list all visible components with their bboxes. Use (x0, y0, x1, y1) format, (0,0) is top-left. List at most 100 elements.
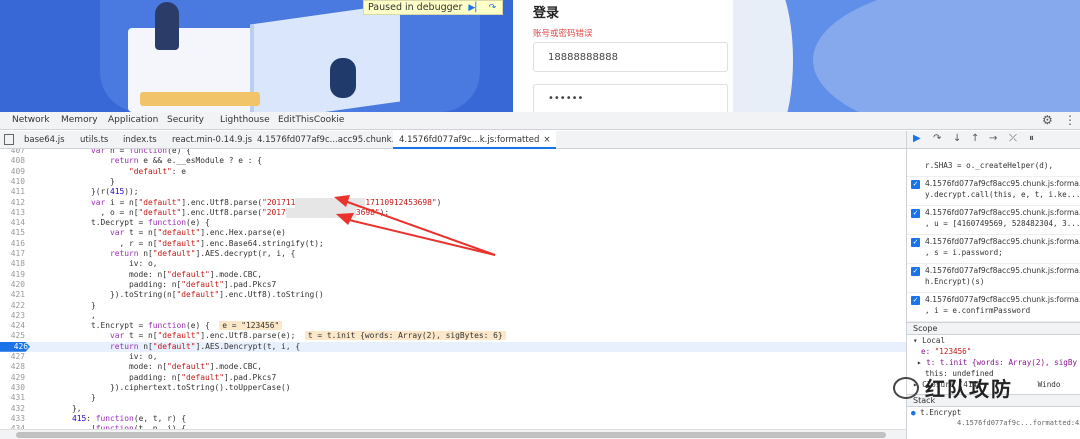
call-frame[interactable]: ● t.Encrypt (907, 407, 1080, 418)
line-number[interactable]: 429 (0, 373, 27, 383)
breakpoint-item[interactable]: ✓ 4.1576fd077af9cf8acc95.chunk.js:forma..… (907, 177, 1080, 206)
file-tab-utils[interactable]: utils.ts (80, 135, 108, 145)
breakpoint-code: h.Encrypt)(s) (925, 277, 985, 286)
breakpoint-code: , i = e.confirmPassword (925, 306, 1031, 315)
checkbox-icon[interactable]: ✓ (911, 296, 920, 305)
breakpoint-item[interactable]: ✓ 4.1576fd077af9cf8acc95.chunk.js:forma..… (907, 264, 1080, 293)
line-number[interactable]: 410 (0, 177, 27, 187)
code-line: 414 t.Decrypt = function(e) { (0, 218, 906, 228)
line-number[interactable]: 414 (0, 218, 27, 228)
pause-on-exceptions-icon[interactable]: ⏸ (1029, 133, 1034, 144)
line-number[interactable]: 416 (0, 239, 27, 249)
scope-local[interactable]: ▾ Local (907, 335, 1080, 346)
tab-lighthouse[interactable]: Lighthouse (220, 115, 270, 125)
code-editor[interactable]: 407 var n = function(e) {408 return e &&… (0, 149, 906, 429)
line-number[interactable]: 415 (0, 228, 27, 238)
step-icon[interactable]: → (989, 133, 997, 144)
code-line: 427 iv: o, (0, 352, 906, 362)
scope-header[interactable]: Scope (907, 322, 1080, 335)
file-tab-react[interactable]: react.min-0.14.9.js (172, 135, 252, 145)
debugger-controls: ▶ ↷ ↓ ↑ → ⤫ ⏸ (907, 131, 1080, 149)
checkbox-icon[interactable]: ✓ (911, 238, 920, 247)
tab-editthiscookie[interactable]: EditThisCookie (278, 115, 344, 125)
code-line: 422 } (0, 301, 906, 311)
line-number[interactable]: 419 (0, 270, 27, 280)
breakpoint-code: y.decrypt.call(this, e, t, i.ke... (925, 190, 1080, 199)
checkbox-icon[interactable]: ✓ (911, 209, 920, 218)
code-text: } (34, 176, 115, 186)
breakpoints-list: r.SHA3 = o._createHelper(d), ✓ 4.1576fd077… (907, 149, 1080, 322)
breakpoint-code: , u = [4160749569, 528482304, 3... (925, 219, 1080, 228)
line-number[interactable]: 426 (0, 341, 30, 352)
line-number[interactable]: 412 (0, 198, 27, 208)
code-text: "default": e (129, 166, 187, 176)
breakpoint-item[interactable]: ✓ 4.1576fd077af9cf8acc95.chunk.js:forma..… (907, 235, 1080, 264)
more-icon[interactable]: ⋮ (1064, 113, 1076, 127)
code-line: 418 iv: o, (0, 259, 906, 269)
horizontal-scrollbar[interactable] (0, 429, 906, 439)
gear-icon[interactable]: ⚙ (1042, 113, 1053, 127)
wechat-logo-icon (893, 376, 919, 399)
line-number[interactable]: 427 (0, 352, 27, 362)
line-number[interactable]: 421 (0, 290, 27, 300)
login-panel: 登录 账号或密码错误 18888888888 •••••• (513, 0, 733, 112)
scope-t[interactable]: ▸ t: t.init {words: Array(2), sigBy (907, 357, 1080, 368)
background-decoration (733, 0, 1080, 112)
breakpoint-item[interactable]: r.SHA3 = o._createHelper(d), (907, 149, 1080, 177)
line-number[interactable]: 413 (0, 208, 27, 218)
code-text: iv: o, (34, 259, 158, 269)
line-number[interactable]: 431 (0, 393, 27, 403)
username-field[interactable]: 18888888888 (533, 42, 728, 72)
step-into-icon[interactable]: ↓ (953, 133, 961, 144)
code-line: 416 , r = n["default"].enc.Base64.string… (0, 239, 906, 249)
navigator-toggle-icon[interactable] (4, 134, 14, 145)
code-text: }, (34, 403, 82, 413)
line-number[interactable]: 417 (0, 249, 27, 259)
file-tab-base64[interactable]: base64.js (24, 135, 65, 145)
debugger-paused-badge: Paused in debugger ▶▏ ↷ (363, 0, 504, 15)
file-tab-chunk[interactable]: 4.1576fd077af9c...acc95.chunk.js (257, 135, 401, 145)
code-line: 423 , (0, 311, 906, 321)
code-text: var i = n["default"].enc.Utf8.parse("201… (91, 197, 442, 208)
line-number[interactable]: 418 (0, 259, 27, 269)
breakpoint-file: 4.1576fd077af9cf8acc95.chunk.js:forma... (925, 237, 1080, 246)
code-line: 425 var t = n["default"].enc.Utf8.parse(… (0, 331, 906, 341)
line-number[interactable]: 433 (0, 414, 27, 424)
line-number[interactable]: 422 (0, 301, 27, 311)
code-line: 429 padding: n["default"].pad.Pkcs7 (0, 373, 906, 383)
line-number[interactable]: 409 (0, 167, 27, 177)
line-number[interactable]: 424 (0, 321, 27, 331)
close-icon[interactable]: × (543, 135, 550, 145)
checkbox-icon[interactable]: ✓ (911, 180, 920, 189)
tab-network[interactable]: Network (12, 115, 50, 125)
line-number[interactable]: 420 (0, 280, 27, 290)
code-text: padding: n["default"].pad.Pkcs7 (34, 372, 277, 382)
step-out-icon[interactable]: ↑ (971, 133, 979, 144)
breakpoint-item[interactable]: ✓ 4.1576fd077af9cf8acc95.chunk.js:forma..… (907, 206, 1080, 235)
password-field[interactable]: •••••• (533, 84, 728, 112)
code-text: return n["default"].AES.decrypt(r, i, { (110, 249, 296, 258)
line-number[interactable]: 428 (0, 362, 27, 372)
breakpoint-item[interactable]: ✓ 4.1576fd077af9cf8acc95.chunk.js:forma..… (907, 293, 1080, 322)
checkbox-icon[interactable]: ✓ (911, 267, 920, 276)
step-over-icon[interactable]: ↷ (933, 133, 941, 144)
tab-security[interactable]: Security (167, 115, 204, 125)
line-number[interactable]: 432 (0, 404, 27, 414)
file-tab-index[interactable]: index.ts (123, 135, 157, 145)
code-text: , r = n["default"].enc.Base64.stringify(… (34, 238, 324, 248)
code-line: 430 }).ciphertext.toString().toUpperCase… (0, 383, 906, 393)
line-number[interactable]: 430 (0, 383, 27, 393)
tab-memory[interactable]: Memory (61, 115, 98, 125)
line-number[interactable]: 407 (0, 149, 27, 156)
resume-icon[interactable]: ▶ (913, 133, 921, 144)
resume-icon[interactable]: ▶▏ (468, 3, 482, 13)
line-number[interactable]: 425 (0, 331, 27, 341)
file-tab-chunk-formatted[interactable]: 4.1576fd077af9c...k.js:formatted × (393, 131, 557, 149)
tab-application[interactable]: Application (108, 115, 158, 125)
line-number[interactable]: 423 (0, 311, 27, 321)
deactivate-breakpoints-icon[interactable]: ⤫ (1009, 133, 1017, 144)
code-line: 411 }(r(415)); (0, 187, 906, 197)
line-number[interactable]: 408 (0, 156, 27, 166)
step-over-icon[interactable]: ↷ (486, 3, 498, 13)
line-number[interactable]: 411 (0, 187, 27, 197)
